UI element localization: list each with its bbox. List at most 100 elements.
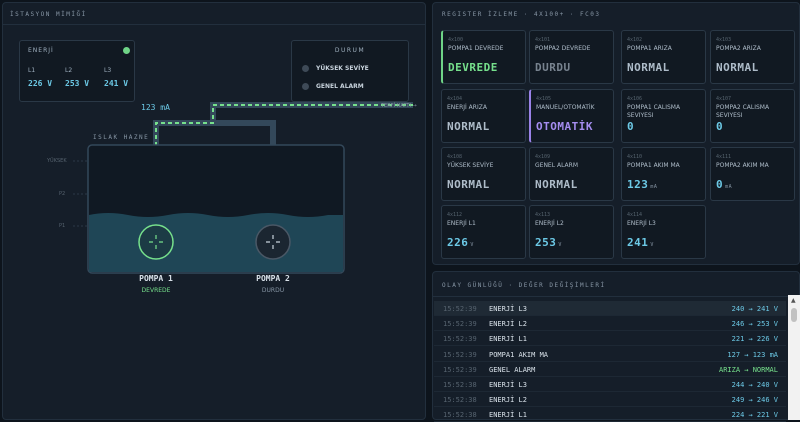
register-cell: 4x103 POMPA2 ARIZA NORMAL — [710, 30, 795, 84]
register-cell: 4x112 ENERJİ L1 226 V — [441, 205, 526, 259]
register-cell: 4x111 POMPA2 AKIM MA 0 mA — [710, 147, 795, 201]
register-cell: 4x114 ENERJİ L3 241 V — [621, 205, 706, 259]
scroll-up-arrow-icon[interactable]: ▲ — [791, 297, 796, 304]
tank-title: ISLAK HAZNE — [93, 134, 150, 141]
scroll-thumb[interactable] — [791, 308, 797, 322]
register-unit: V — [650, 242, 654, 248]
register-name: POMPA2 DEVREDE — [535, 45, 591, 52]
register-address: 4x111 — [716, 154, 732, 160]
register-value-text: DEVREDE — [448, 61, 498, 74]
log-value-change: 224 → 221 V — [731, 411, 778, 420]
register-address: 4x106 — [627, 96, 643, 102]
register-address: 4x113 — [535, 212, 551, 218]
pump2-icon[interactable] — [255, 224, 291, 260]
register-name: POMPA1 ARIZA — [627, 45, 672, 52]
panel-title: OLAY GÜNLÜĞÜ · DEĞER DEĞİŞİMLERİ — [442, 282, 606, 289]
log-row[interactable]: 15:52:39 ENERJİ L3 240 → 241 V — [434, 301, 786, 316]
register-value: NORMAL — [447, 120, 490, 133]
register-cell: 4x109 GENEL ALARM NORMAL — [529, 147, 614, 201]
register-address: 4x100 — [448, 37, 464, 43]
log-register-name: POMPA1 AKIM MA — [489, 350, 549, 359]
register-address: 4x103 — [716, 37, 732, 43]
status-indicator — [302, 83, 309, 90]
log-row[interactable]: 15:52:38 ENERJİ L2 249 → 246 V — [434, 392, 786, 408]
phase-value-l2: 253 V — [65, 79, 90, 88]
register-name: POMPA2 ARIZA — [716, 45, 761, 52]
register-address: 4x102 — [627, 37, 643, 43]
pump2-state: DURDU — [261, 287, 285, 294]
log-row[interactable]: 15:52:39 ENERJİ L2 246 → 253 V — [434, 316, 786, 332]
register-unit: mA — [650, 184, 658, 190]
log-row[interactable]: 15:52:39 GENEL ALARM ARIZA → NORMAL — [434, 362, 786, 377]
register-value-text: 226 — [447, 236, 469, 249]
pump1-icon[interactable] — [138, 224, 174, 260]
log-register-name: GENEL ALARM — [489, 365, 536, 374]
register-value-text: NORMAL — [716, 61, 759, 74]
log-register-name: ENERJİ L1 — [489, 411, 527, 420]
register-cell: 4x106 POMPA1 CALISMA SEVIYESI 0 — [621, 89, 706, 143]
register-value: 0 — [716, 120, 723, 133]
log-value-change: 221 → 226 V — [731, 335, 778, 344]
register-address: 4x109 — [535, 154, 551, 160]
register-cell: 4x110 POMPA1 AKIM MA 123 mA — [621, 147, 706, 201]
level-label-p2: P2 — [59, 191, 66, 197]
pump2-name: POMPA 2 — [256, 274, 290, 283]
register-value-text: NORMAL — [447, 178, 490, 191]
log-timestamp: 15:52:39 — [443, 365, 477, 374]
status-item-high-level: YÜKSEK SEVİYE — [302, 65, 369, 72]
panel-title: İSTASYON MİMİĞİ — [10, 11, 87, 18]
register-address: 4x107 — [716, 96, 732, 102]
log-value-change: 240 → 241 V — [731, 305, 778, 313]
register-name: GENEL ALARM — [535, 162, 579, 169]
register-cell: 4x105 MANUEL/OTOMATİK OTOMATİK — [529, 89, 614, 143]
register-name: YÜKSEK SEVİYE — [447, 162, 494, 169]
register-value: 0 — [627, 120, 634, 133]
divider — [3, 24, 425, 25]
log-row[interactable]: 15:52:39 POMPA1 AKIM MA 127 → 123 mA — [434, 347, 786, 362]
station-mimic-panel: İSTASYON MİMİĞİ ENERJİ L1 L2 L3 226 V 25… — [2, 2, 426, 420]
register-value-text: NORMAL — [447, 120, 490, 133]
phase-label-l1: L1 — [28, 67, 36, 74]
register-value: OTOMATİK — [536, 120, 593, 133]
register-name: POMPA1 CALISMA SEVIYESI — [627, 104, 681, 119]
register-value: 0 mA — [716, 178, 732, 191]
register-cell: 4x113 ENERJİ L2 253 V — [529, 205, 614, 259]
register-name: ENERJİ L3 — [627, 220, 656, 227]
log-register-name: ENERJİ L2 — [489, 320, 527, 329]
energy-box: ENERJİ L1 L2 L3 226 V 253 V 241 V — [19, 40, 135, 102]
phase-label-l3: L3 — [104, 67, 112, 74]
register-cell: 4x107 POMPA2 CALISMA SEVIYESI 0 — [710, 89, 795, 143]
energy-status-dot — [123, 47, 130, 54]
log-timestamp: 15:52:38 — [443, 381, 477, 389]
event-log-panel: OLAY GÜNLÜĞÜ · DEĞER DEĞİŞİMLERİ 15:52:3… — [432, 271, 800, 422]
register-value: DURDU — [535, 61, 571, 74]
register-name: ENERJİ L1 — [447, 220, 476, 227]
status-title: DURUM — [334, 47, 366, 54]
register-unit: V — [470, 242, 474, 248]
pump1-state: DEVREDE — [141, 287, 171, 294]
log-value-change: ARIZA → NORMAL — [718, 365, 778, 374]
log-value-change: 249 → 246 V — [731, 396, 778, 405]
register-unit: mA — [725, 184, 733, 190]
register-address: 4x112 — [447, 212, 463, 218]
log-register-name: ENERJİ L1 — [489, 335, 527, 344]
phase-value-l1: 226 V — [28, 79, 53, 88]
register-unit: V — [558, 242, 562, 248]
register-value-text: 0 — [627, 120, 635, 133]
register-cell: 4x101 POMPA2 DEVREDE DURDU — [529, 30, 614, 84]
status-indicator — [302, 65, 309, 72]
divider — [433, 296, 799, 297]
phase-label-l2: L2 — [65, 67, 73, 74]
log-register-name: ENERJİ L3 — [489, 305, 527, 313]
water-fill — [89, 213, 343, 272]
log-row[interactable]: 15:52:39 ENERJİ L1 221 → 226 V — [434, 331, 786, 347]
register-address: 4x110 — [627, 154, 643, 160]
register-value: 226 V — [447, 236, 474, 249]
log-row[interactable]: 15:52:38 ENERJİ L3 244 → 240 V — [434, 377, 786, 392]
register-value-text: OTOMATİK — [536, 120, 593, 133]
register-value: NORMAL — [447, 178, 490, 191]
register-name: MANUEL/OTOMATİK — [536, 104, 595, 111]
register-value: DEVREDE — [448, 61, 498, 74]
log-scrollbar[interactable]: ▲ — [788, 295, 800, 420]
register-cell: 4x100 POMPA1 DEVREDE DEVREDE — [441, 30, 526, 84]
